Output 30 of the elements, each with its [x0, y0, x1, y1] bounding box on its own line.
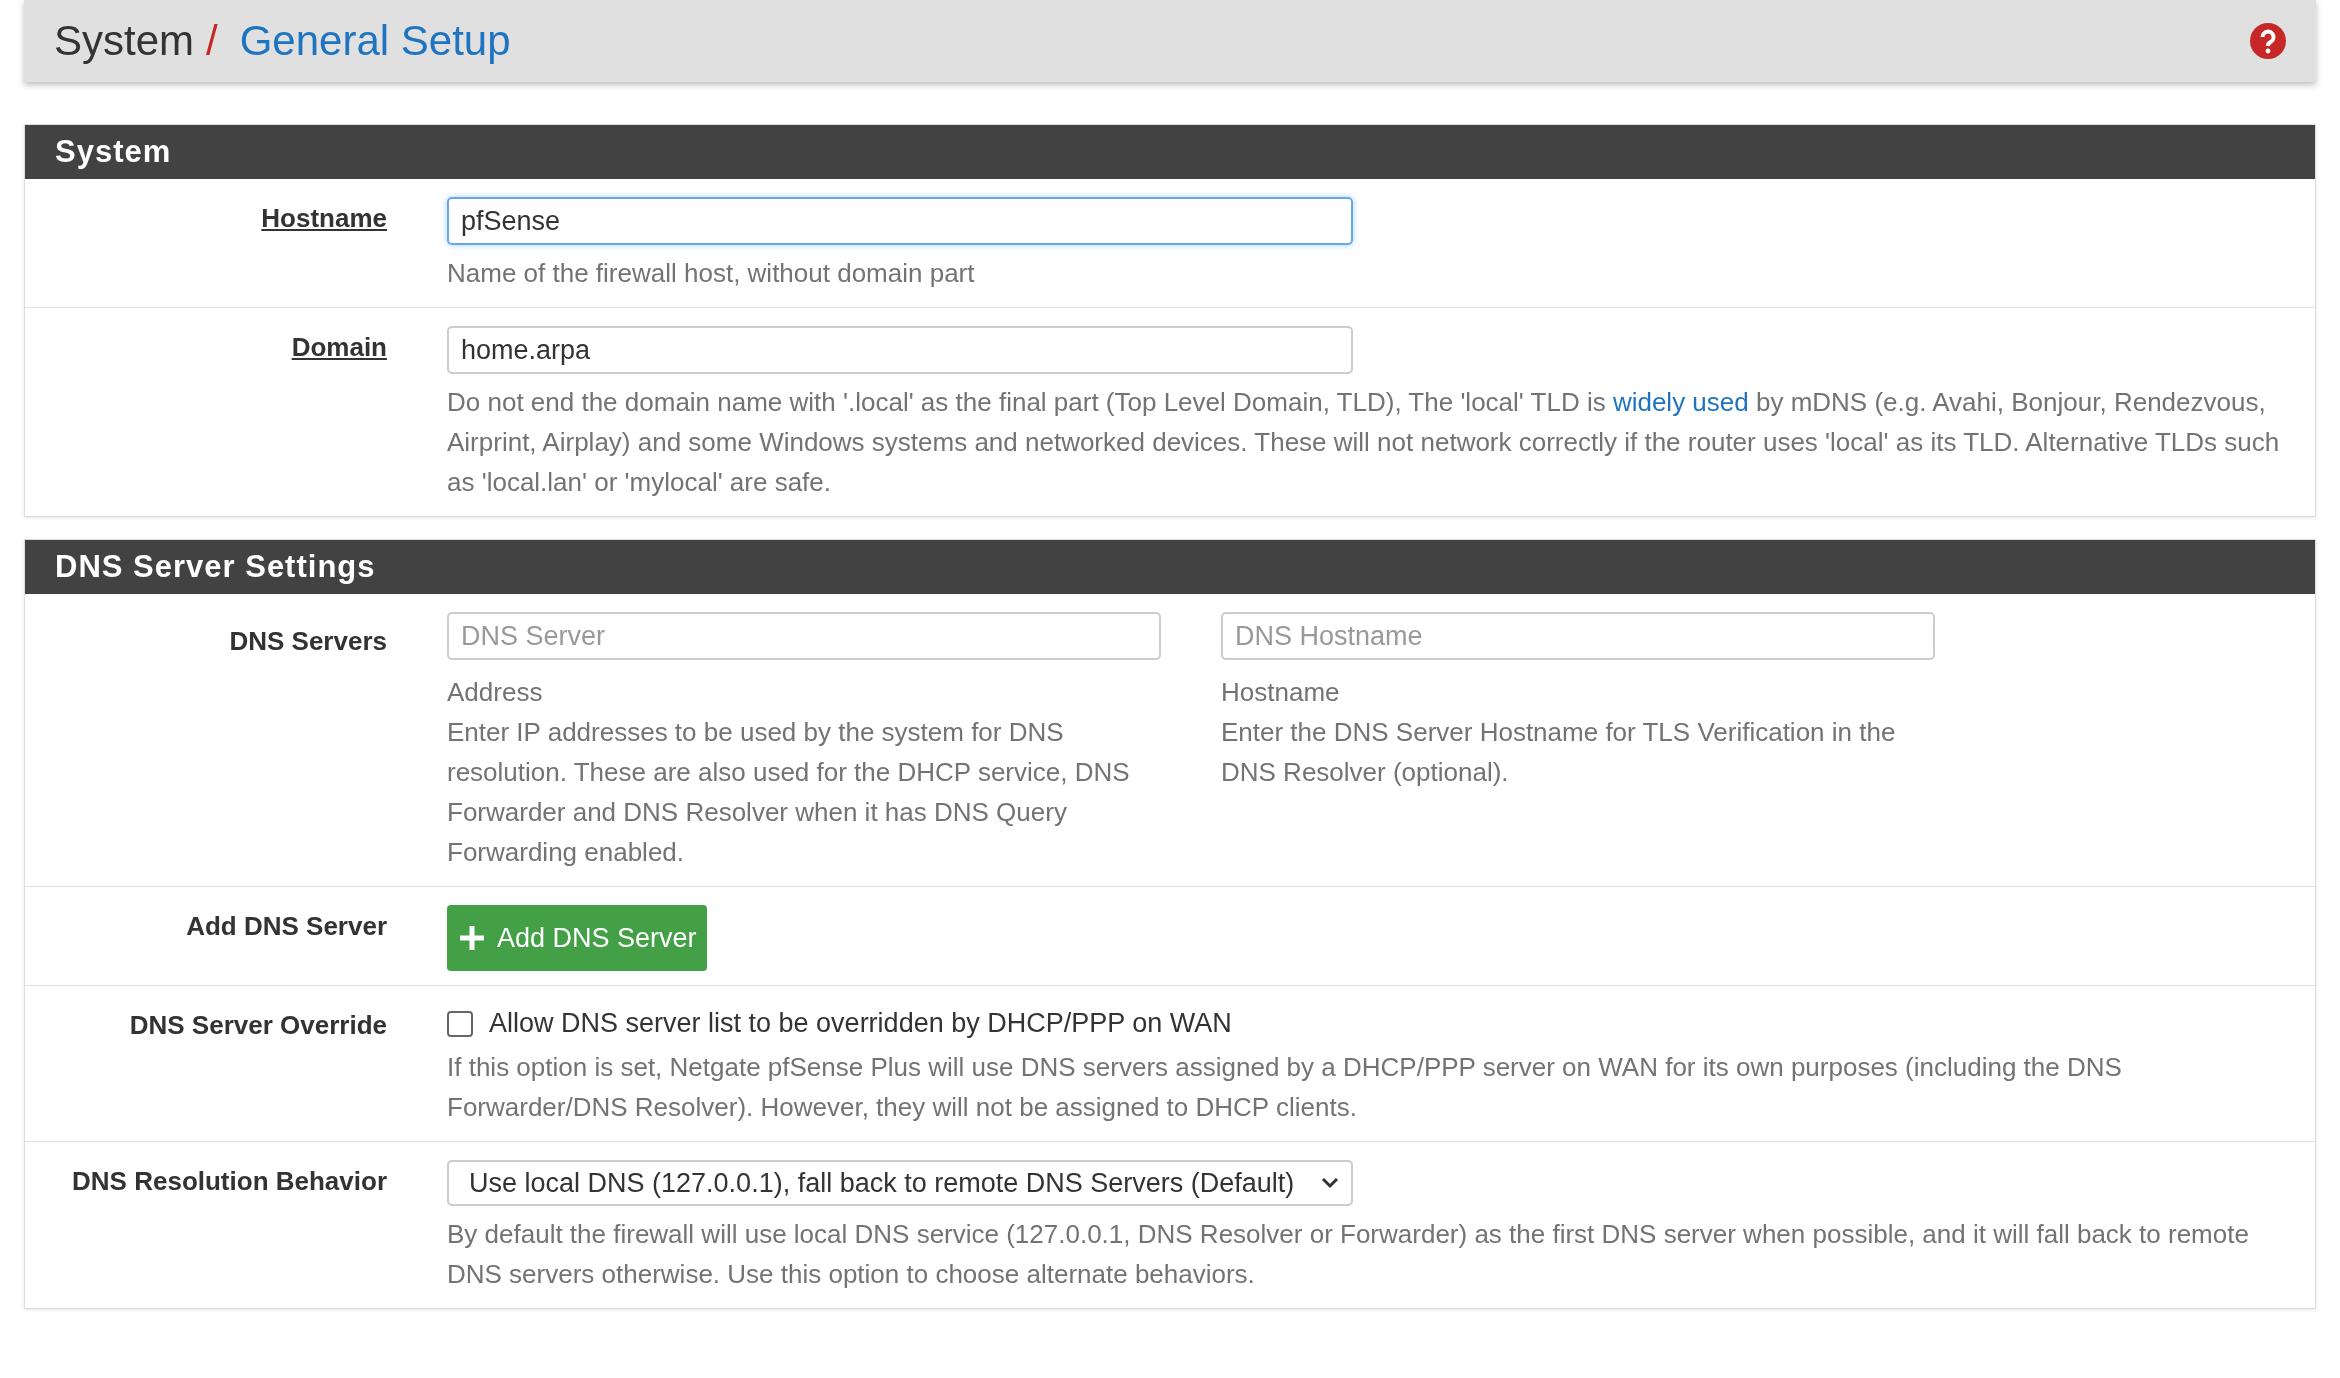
help-text: By default the firewall will use local DNS service (127.0.0.1, DNS Resolver or Forwarder) as the first DNS server when possible, and it will fall back to remote DNS servers otherwise. Use this option to choose alternate behaviors. [447, 1218, 2250, 1291]
help-text: Name of the firewall host, without domain part [447, 257, 976, 290]
checkbox-label[interactable]: Allow DNS server list to be overridden by DHCP/PPP on WAN [447, 1004, 2291, 1039]
plus-icon [457, 923, 487, 953]
panel-title: DNS Server Settings [25, 540, 2315, 594]
field-caption: Address [447, 676, 544, 709]
help-text: If this option is set, Netgate pfSense Plus will use DNS servers assigned by a DHCP/PPP server on WAN for its own purposes (including the DNS Forwarder/DNS Resolver). However, they will not be assigned to DHCP clients. [447, 1051, 2123, 1124]
field-label: Domain [291, 331, 387, 364]
field-label: Add DNS Server [186, 910, 387, 943]
breadcrumb-separator: / [206, 17, 218, 65]
dropdown[interactable]: Use local DNS (127.0.0.1), fall back to remote DNS Servers (Default) [447, 1160, 1353, 1206]
help-text: Enter IP addresses to be used by the system for DNS resolution. These are also used for the DHCP service, DNS Forwarder and DNS Resolver when it has DNS Query Forwarding enabled. [447, 716, 1131, 869]
field-caption: Hostname [1221, 676, 1341, 709]
page-title: General Setup [239, 17, 511, 65]
help-link[interactable]: widely used [1612, 387, 1749, 417]
field-label: DNS Servers [229, 625, 387, 658]
field-label: Hostname [261, 202, 387, 235]
text-field[interactable]: pfSense [447, 197, 1353, 245]
breadcrumb-parent[interactable]: System [54, 17, 195, 65]
text-field[interactable]: home.arpa [447, 326, 1353, 374]
checkbox[interactable] [447, 1010, 473, 1037]
help-text: Do not end the domain name with '.local' as the final part (Top Level Domain, TLD), The 'local' TLD is widely used by mDNS (e.g. Avahi, Bonjour, Rendezvous, Airprint, Airplay) and some Windows systems and networked devices. These will not network correctly if the router uses 'local' as its TLD. Alternative TLDs such as 'local.lan' or 'mylocal' are safe. [447, 386, 2281, 499]
panel-title: System [25, 125, 2315, 179]
help-icon[interactable] [2250, 23, 2286, 59]
help-text: Enter the DNS Server Hostname for TLS Verification in the DNS Resolver (optional). [1221, 716, 1897, 789]
field-label: DNS Resolution Behavior [72, 1165, 387, 1198]
field-label: DNS Server Override [129, 1009, 387, 1042]
text-field[interactable]: DNS Server [447, 612, 1161, 660]
chevron-down-icon [1321, 1177, 1339, 1189]
text-field[interactable]: DNS Hostname [1221, 612, 1935, 660]
